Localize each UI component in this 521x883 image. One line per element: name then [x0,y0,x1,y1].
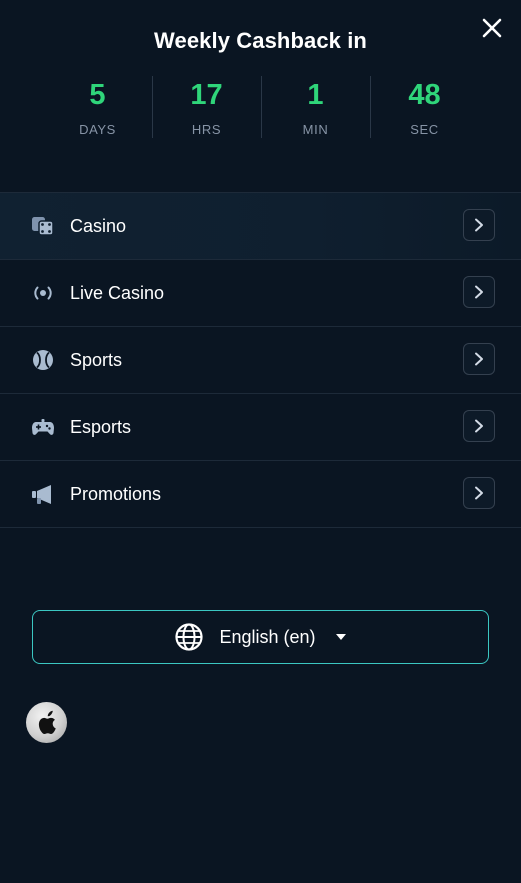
cashback-title: Weekly Cashback in [154,28,367,53]
menu-item-live-casino-label: Live Casino [70,282,165,303]
chevron-right-icon[interactable] [463,276,495,308]
caret-down-icon [335,634,346,640]
globe-icon [175,623,204,651]
megaphone-icon [32,485,51,504]
cashback-countdown: 5 DAYS 17 HRS 1 MIN 48 SEC [43,76,479,140]
dice-icon [32,217,54,236]
countdown-hours-label: HRS [191,122,222,137]
menu-item-casino[interactable]: Casino [0,193,521,260]
chevron-right-icon[interactable] [463,477,495,509]
countdown-days-value: 5 [89,79,106,111]
apple-app-button[interactable] [26,702,67,743]
countdown-seconds-value: 48 [408,79,441,111]
menu-item-sports[interactable]: Sports [0,327,521,394]
chevron-right-icon[interactable] [463,209,495,241]
countdown-hours: 17 HRS [152,76,261,140]
countdown-days-label: DAYS [79,122,116,137]
language-select[interactable]: English (en) [32,610,489,664]
countdown-minutes: 1 MIN [261,76,370,140]
countdown-minutes-label: MIN [302,122,329,137]
countdown-seconds-label: SEC [410,122,439,137]
countdown-seconds: 48 SEC [370,76,479,140]
main-nav-menu: Casino Live Casino Sports Esports Promot… [0,192,521,528]
gamepad-icon [32,419,54,435]
menu-item-sports-label: Sports [70,349,123,370]
menu-item-esports-label: Esports [70,416,132,437]
menu-item-esports[interactable]: Esports [0,394,521,461]
countdown-days: 5 DAYS [43,76,152,140]
chevron-right-icon[interactable] [463,343,495,375]
menu-item-live-casino[interactable]: Live Casino [0,260,521,327]
menu-item-promotions[interactable]: Promotions [0,461,521,528]
side-menu-panel: Weekly Cashback in 5 DAYS 17 HRS 1 MIN 4… [0,0,521,883]
menu-item-casino-label: Casino [70,215,127,236]
countdown-minutes-value: 1 [307,79,324,111]
ball-icon [33,350,53,370]
apple-icon [38,710,56,734]
countdown-hours-value: 17 [190,79,223,111]
chevron-right-icon[interactable] [463,410,495,442]
broadcast-icon [34,286,52,300]
language-select-label: English (en) [219,626,316,647]
menu-item-promotions-label: Promotions [70,483,162,504]
